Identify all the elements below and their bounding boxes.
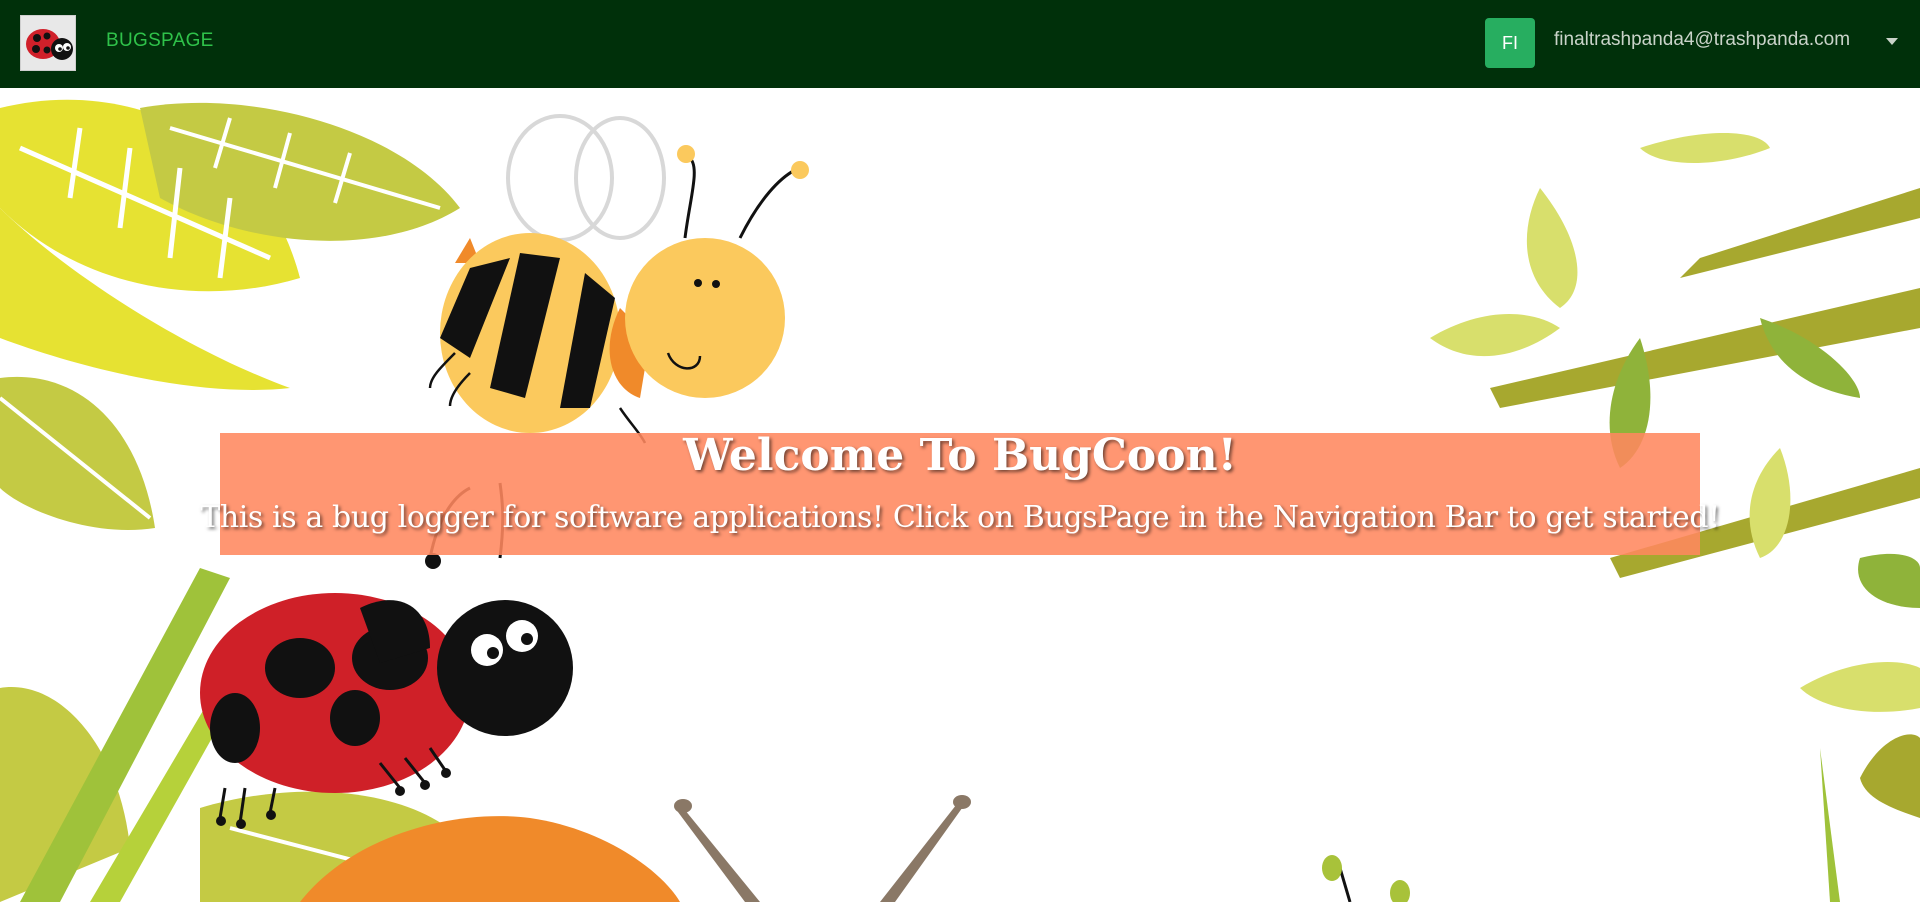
brand-link[interactable]: BUGSPAGE	[106, 30, 214, 52]
caret-down-icon[interactable]	[1886, 38, 1898, 45]
user-avatar[interactable]: FI	[1485, 18, 1535, 68]
top-navbar: BUGSPAGE FI finaltrashpanda4@trashpanda.…	[0, 0, 1920, 88]
welcome-subtitle: This is a bug logger for software applic…	[200, 500, 1720, 535]
bee-illustration	[428, 114, 809, 444]
ladybug-logo-icon[interactable]	[20, 15, 76, 71]
user-menu-toggle[interactable]: finaltrashpanda4@trashpanda.com	[1554, 29, 1850, 51]
hero-section: Welcome To BugCoon! This is a bug logger…	[0, 88, 1920, 902]
snail-illustration	[300, 795, 1410, 902]
welcome-title: Welcome To BugCoon!	[683, 430, 1237, 481]
